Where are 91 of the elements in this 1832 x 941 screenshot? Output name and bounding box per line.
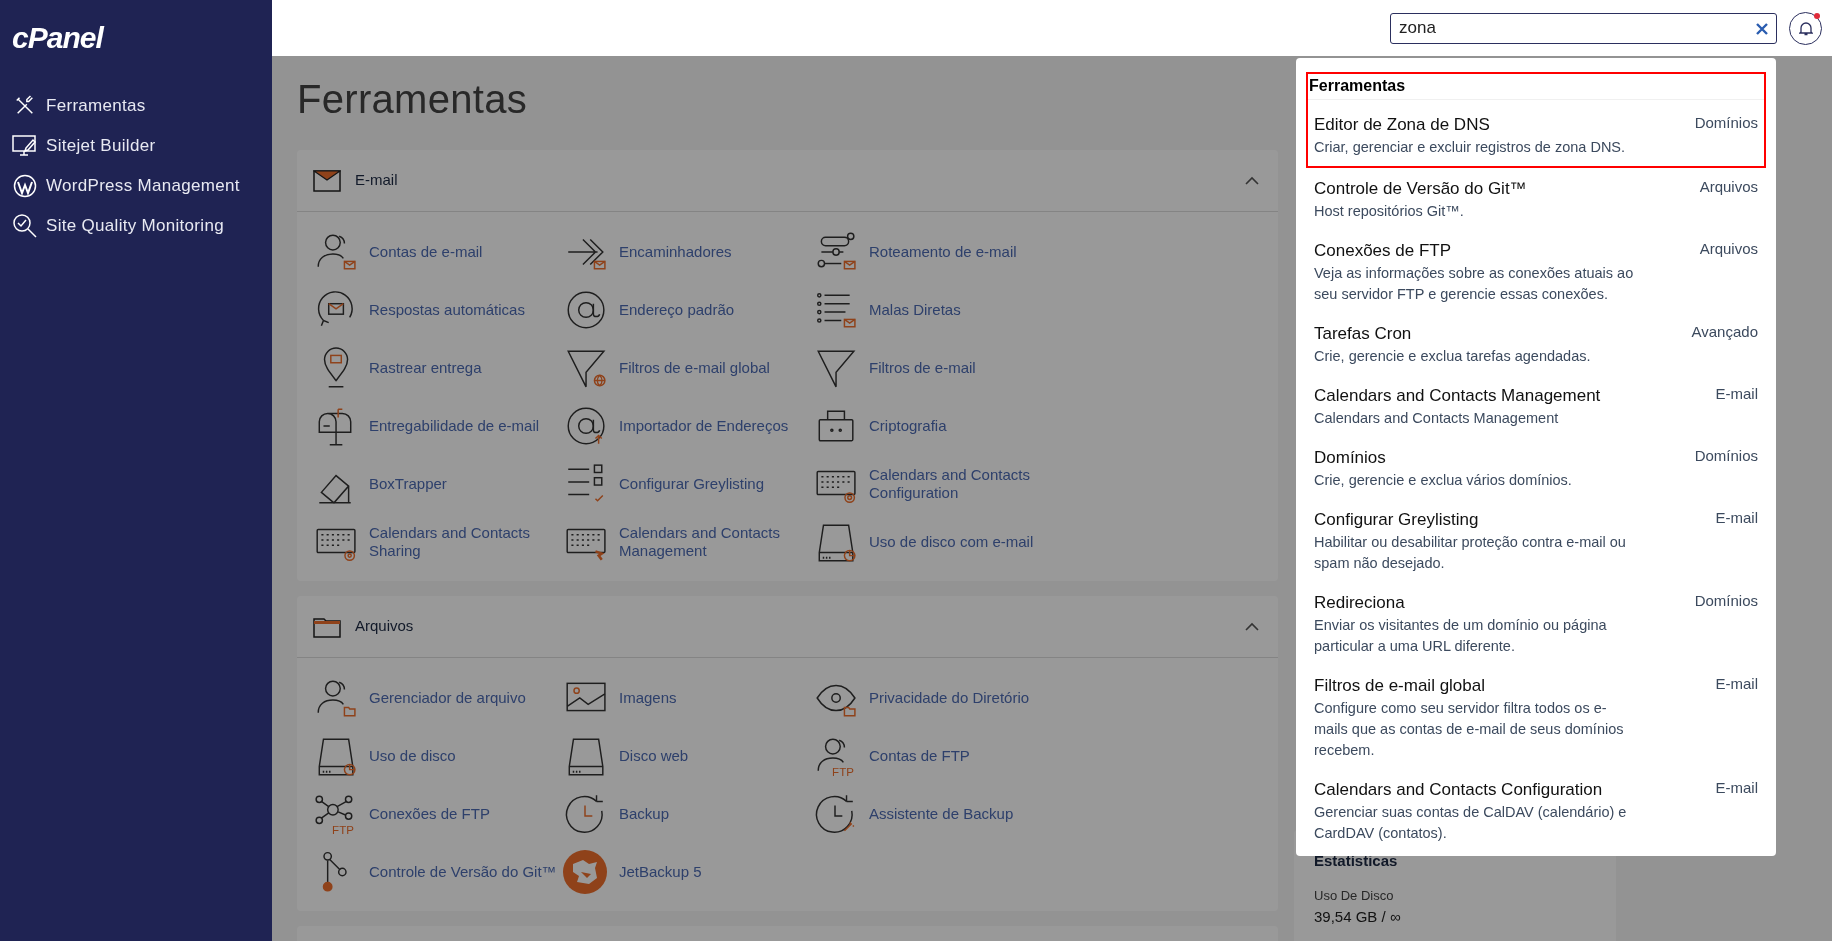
tool-link[interactable]: Calendars and Contacts Management xyxy=(563,513,813,571)
search-result[interactable]: Conexões de FTP Veja as informações sobre as conexões atuais ao seu servidor FTP e gerencie essas conexões. Arquivos xyxy=(1308,230,1764,313)
result-title: Domínios xyxy=(1314,447,1387,469)
stats-title: Estatísticas xyxy=(1314,851,1399,871)
result-category: Domínios xyxy=(1693,113,1758,133)
tool-link[interactable]: Malas Diretas xyxy=(813,281,1063,339)
tool-link[interactable]: Encaminhadores xyxy=(563,223,813,281)
tool-link[interactable]: Endereço padrão xyxy=(563,281,813,339)
search-check-icon xyxy=(12,213,38,239)
nav-item[interactable]: WordPress Management xyxy=(0,166,272,206)
result-title: Configurar Greylisting xyxy=(1314,509,1480,531)
tool-link[interactable]: Roteamento de e-mail xyxy=(813,223,1063,281)
result-description: Veja as informações sobre as conexões atuais ao seu servidor FTP e gerencie essas conexões. xyxy=(1314,264,1635,304)
result-description: Enviar os visitantes de um domínio ou página particular a uma URL diferente. xyxy=(1314,616,1608,656)
envelope-icon xyxy=(313,169,341,192)
tool-link[interactable]: Imagens xyxy=(563,669,813,727)
tool-link[interactable]: Configurar Greylisting xyxy=(563,455,813,513)
result-title: Redireciona xyxy=(1314,592,1406,614)
result-title: Filtros de e-mail global xyxy=(1314,675,1486,697)
search-result[interactable]: Domínios Crie, gerencie e exclua vários domínios. Domínios xyxy=(1308,437,1764,499)
tools-icon xyxy=(14,95,36,117)
result-title: Calendars and Contacts Configuration xyxy=(1314,779,1604,801)
tool-link[interactable]: BoxTrapper xyxy=(313,455,563,513)
tool-link[interactable]: Calendars and Contacts Sharing xyxy=(313,513,563,571)
search-result[interactable]: Tarefas Cron Crie, gerencie e exclua tarefas agendadas. Avançado xyxy=(1308,313,1764,375)
wordpress-icon xyxy=(13,174,37,198)
tool-link[interactable]: Calendars and Contacts Configuration xyxy=(813,455,1063,513)
result-category: E-mail xyxy=(1714,384,1758,404)
tool-link[interactable]: Gerenciador de arquivo xyxy=(313,669,563,727)
nav-item[interactable]: Sitejet Builder xyxy=(0,126,272,166)
search-result[interactable]: Editor de Zona de DNS Criar, gerenciar e excluir registros de zona DNS. Domínios xyxy=(1308,100,1764,166)
tool-link[interactable]: Rastrear entrega xyxy=(313,339,563,397)
clock-wand-icon xyxy=(813,793,857,835)
result-title: Tarefas Cron xyxy=(1314,323,1413,345)
result-description: Crie, gerencie e exclua vários domínios. xyxy=(1314,471,1573,490)
result-category: Domínios xyxy=(1693,591,1758,611)
stat-value: 39,54 GB / ∞ xyxy=(1314,906,1402,927)
result-description: Host repositórios Git™. xyxy=(1314,202,1465,221)
nav-item[interactable]: Ferramentas xyxy=(0,86,272,126)
search-field[interactable]: zona xyxy=(1390,12,1777,44)
result-category: E-mail xyxy=(1714,778,1758,798)
result-category: E-mail xyxy=(1714,508,1758,528)
result-category: E-mail xyxy=(1714,674,1758,694)
result-category: Arquivos xyxy=(1698,239,1758,259)
result-title: Editor de Zona de DNS xyxy=(1314,114,1491,136)
result-description: Criar, gerenciar e excluir registros de zona DNS. xyxy=(1314,138,1627,157)
tool-link[interactable]: JetBackup 5 xyxy=(563,843,813,901)
result-description: Gerenciar suas contas de CalDAV (calendário) e CardDAV (contatos). xyxy=(1314,803,1628,843)
tool-link[interactable]: FTP Contas de FTP xyxy=(813,727,1063,785)
results-group-title: Ferramentas xyxy=(1308,74,1764,100)
tool-link[interactable]: Entregabilidade de e-mail xyxy=(313,397,563,455)
search-result[interactable]: Calendars and Contacts Configuration Gerenciar suas contas de CalDAV (calendário) e CardDAV (contatos). E-mail xyxy=(1308,769,1764,852)
tool-link[interactable]: Filtros de e-mail xyxy=(813,339,1063,397)
result-title: Controle de Versão do Git™ xyxy=(1314,178,1528,200)
result-description: Configure como seu servidor filtra todos os e-mails que as contas de e-mail de seus domínios recebem. xyxy=(1314,699,1625,760)
section-header[interactable]: Arquivos xyxy=(297,596,1278,658)
tool-link[interactable]: Uso de disco com e-mail xyxy=(813,513,1063,571)
tool-link[interactable]: FTP Conexões de FTP xyxy=(313,785,563,843)
tool-link[interactable]: Importador de Endereços xyxy=(563,397,813,455)
stat-label: Uso De Disco xyxy=(1314,886,1395,905)
tool-link[interactable]: Controle de Versão do Git™ xyxy=(313,843,563,901)
section-header[interactable]: E-mail xyxy=(297,150,1278,212)
cpanel-logo[interactable]: cPanel xyxy=(0,0,272,86)
tool-link[interactable]: Criptografia xyxy=(813,397,1063,455)
tool-link[interactable]: Filtros de e-mail global xyxy=(563,339,813,397)
result-category: Domínios xyxy=(1693,446,1758,466)
tool-link[interactable]: Respostas automáticas xyxy=(313,281,563,339)
tool-link[interactable]: Disco web xyxy=(563,727,813,785)
result-description: Crie, gerencie e exclua tarefas agendadas. xyxy=(1314,347,1592,366)
folder-icon xyxy=(313,615,341,638)
result-title: Conexões de FTP xyxy=(1314,240,1452,262)
result-category: Avançado xyxy=(1690,322,1758,342)
tool-link[interactable]: Backup xyxy=(563,785,813,843)
page-title: Ferramentas xyxy=(297,76,528,123)
bell-icon xyxy=(1798,20,1813,36)
search-result[interactable]: Controle de Versão do Git™ Host repositórios Git™. Arquivos xyxy=(1308,168,1764,230)
search-result[interactable]: Redireciona Enviar os visitantes de um domínio ou página particular a uma URL diferente. Domínios xyxy=(1308,582,1764,665)
tool-link[interactable]: Uso de disco xyxy=(313,727,563,785)
tool-link[interactable]: Assistente de Backup xyxy=(813,785,1063,843)
tool-link[interactable]: Privacidade do Diretório xyxy=(813,669,1063,727)
search-result[interactable]: Configurar Greylisting Habilitar ou desabilitar proteção contra e-mail ou spam não desejado. E-mail xyxy=(1308,499,1764,582)
result-category: Arquivos xyxy=(1698,177,1758,197)
clear-icon[interactable] xyxy=(1756,22,1768,35)
result-title: Calendars and Contacts Management xyxy=(1314,385,1602,407)
search-result[interactable]: Calendars and Contacts Management Calendars and Contacts Management E-mail xyxy=(1308,375,1764,437)
nav-item[interactable]: Site Quality Monitoring xyxy=(0,206,272,246)
search-result[interactable]: Filtros de e-mail global Configure como seu servidor filtra todos os e-mails que as contas de e-mail de seus domínios recebem. E-mail xyxy=(1308,665,1764,769)
result-description: Habilitar ou desabilitar proteção contra e-mail ou spam não desejado. xyxy=(1314,533,1627,573)
result-description: Calendars and Contacts Management xyxy=(1314,409,1560,428)
monitor-pen-icon xyxy=(12,134,38,158)
tool-link[interactable]: Contas de e-mail xyxy=(313,223,563,281)
